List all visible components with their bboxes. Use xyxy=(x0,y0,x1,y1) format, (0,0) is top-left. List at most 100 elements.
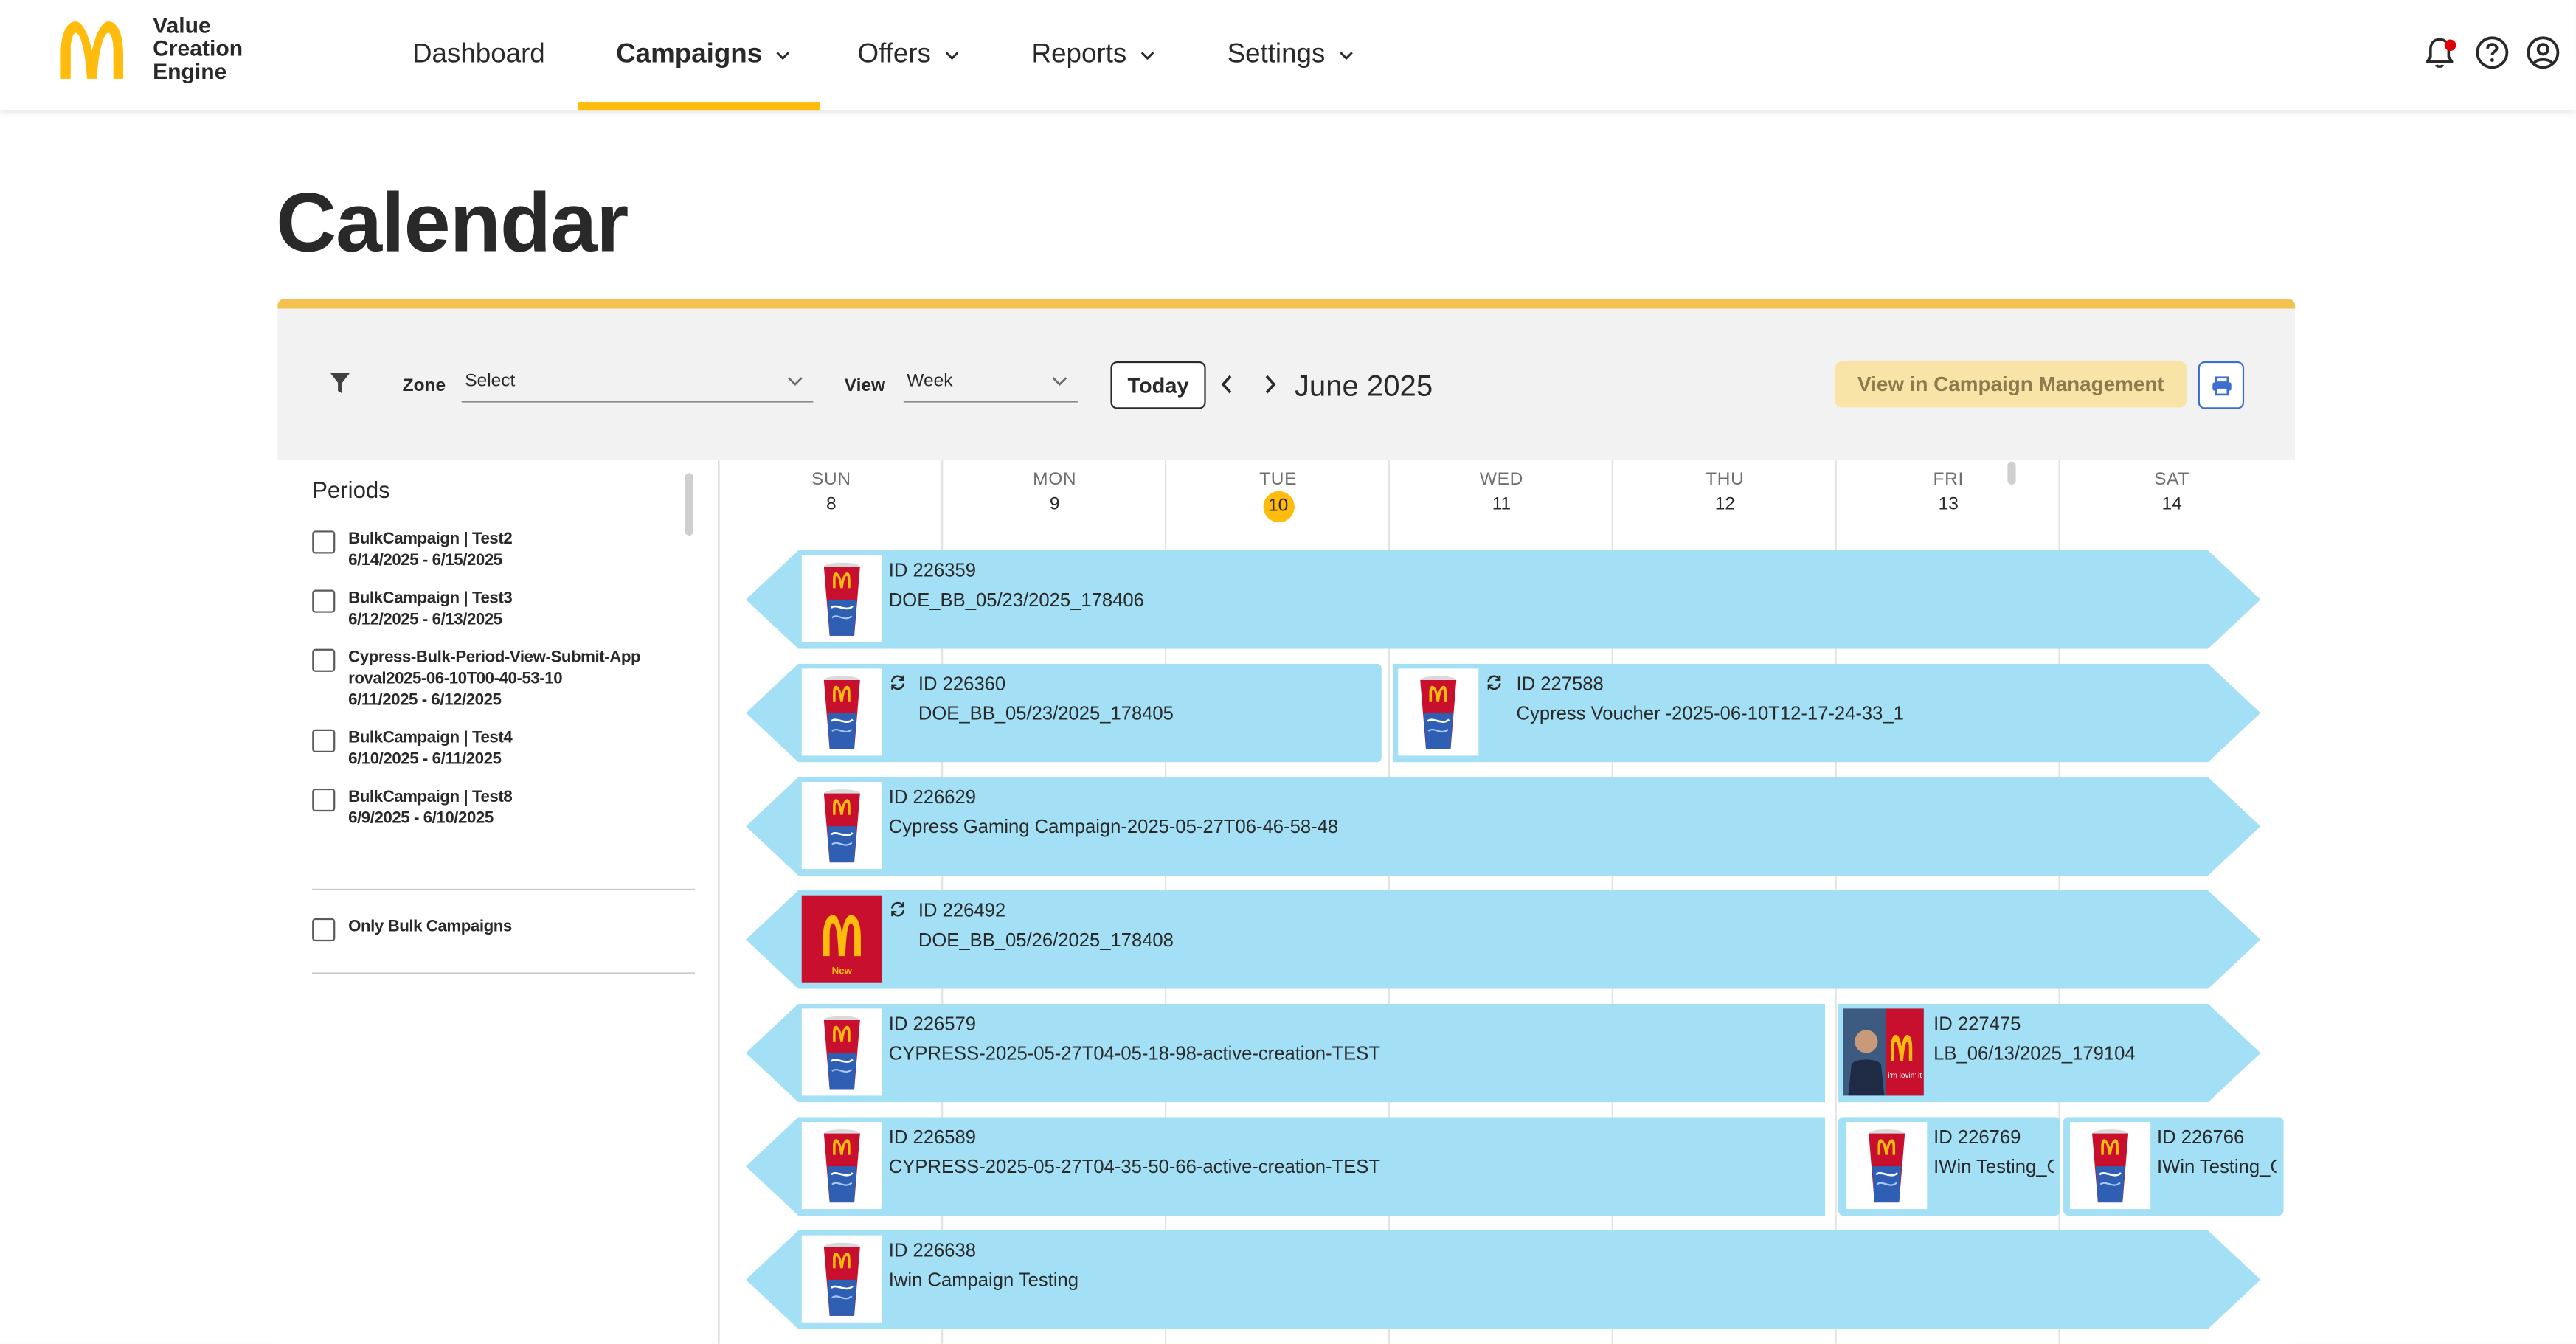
nav-offers[interactable]: Offers xyxy=(857,0,958,110)
chevron-down-icon xyxy=(1140,51,1154,59)
campaign-name: IWin Testing_C xyxy=(2157,1158,2277,1178)
zone-select[interactable]: Select xyxy=(461,361,814,403)
calendar-toolbar: Zone Select View Week Today June 2025 Vi… xyxy=(277,308,2296,460)
periods-scrollbar[interactable] xyxy=(685,473,693,536)
day-number: 12 xyxy=(1714,494,1735,515)
campaign-bar[interactable]: ID 226629 Cypress Gaming Campaign-2025-0… xyxy=(746,777,2260,876)
person-photo-icon: i'm lovin' it xyxy=(1843,1008,1924,1095)
period-list: BulkCampaign | Test2 6/14/2025 - 6/15/20… xyxy=(312,529,682,833)
filter-icon[interactable] xyxy=(328,371,351,395)
card-accent-bar xyxy=(277,299,2296,309)
divider xyxy=(312,888,696,891)
app-screen: Value Creation Engine Dashboard Campaign… xyxy=(0,0,2576,1344)
campaign-id: ID 227475 xyxy=(1933,1015,2021,1036)
print-button[interactable] xyxy=(2198,361,2245,409)
period-item[interactable]: BulkCampaign | Test8 6/9/2025 - 6/10/202… xyxy=(312,787,682,830)
only-bulk-checkbox[interactable] xyxy=(312,918,336,942)
campaign-bar[interactable]: ID 226769 IWin Testing_C xyxy=(1838,1117,2060,1216)
drink-cup-icon xyxy=(823,676,860,749)
period-name: Cypress-Bulk-Period-View-Submit-Approval… xyxy=(348,648,641,689)
day-name: WED xyxy=(1479,469,1524,490)
notification-badge xyxy=(2444,39,2456,52)
recurring-icon xyxy=(1485,673,1503,691)
photo-thumbnail: i'm lovin' it xyxy=(1843,1008,1924,1095)
only-bulk-campaigns-toggle[interactable]: Only Bulk Campaigns xyxy=(312,917,512,942)
golden-arches-logo-icon[interactable] xyxy=(56,18,128,80)
period-item[interactable]: BulkCampaign | Test3 6/12/2025 - 6/13/20… xyxy=(312,588,682,631)
campaign-bar[interactable]: ID 226360 DOE_BB_05/23/2025_178405 xyxy=(746,663,1382,763)
day-number: 11 xyxy=(1492,494,1512,515)
period-checkbox[interactable] xyxy=(312,788,336,812)
help-icon[interactable] xyxy=(2474,35,2510,71)
cup-thumbnail xyxy=(802,1236,882,1323)
nav-dashboard-label: Dashboard xyxy=(412,39,545,69)
campaign-id: ID 226638 xyxy=(888,1241,977,1262)
period-item[interactable]: Cypress-Bulk-Period-View-Submit-Approval… xyxy=(312,647,682,711)
drink-cup-icon xyxy=(802,782,882,869)
golden-arches-icon: New xyxy=(802,896,882,983)
zone-select-value: Select xyxy=(465,371,516,392)
campaign-bar[interactable]: ID 227588 Cypress Voucher -2025-06-10T12… xyxy=(1393,664,2260,763)
periods-title: Periods xyxy=(312,476,390,503)
period-checkbox[interactable] xyxy=(312,530,336,554)
campaign-name: Iwin Campaign Testing xyxy=(888,1271,1079,1292)
view-label: View xyxy=(844,375,886,396)
account-icon[interactable] xyxy=(2525,35,2561,71)
nav-reports-label: Reports xyxy=(1031,39,1127,69)
campaign-bar[interactable]: i'm lovin' it ID 227475 LB_06/13/2025_17… xyxy=(1838,1004,2260,1103)
cup-thumbnail xyxy=(801,1008,882,1096)
nav-settings[interactable]: Settings xyxy=(1228,0,1354,110)
campaign-name: LB_06/13/2025_179104 xyxy=(1933,1045,2136,1065)
nav-campaigns[interactable]: Campaigns xyxy=(616,0,790,110)
drink-cup-icon xyxy=(2092,1129,2129,1203)
period-checkbox[interactable] xyxy=(312,648,336,672)
drink-cup-icon xyxy=(1398,668,1478,755)
day-name: FRI xyxy=(1933,469,1964,490)
period-item[interactable]: BulkCampaign | Test4 6/10/2025 - 6/11/20… xyxy=(312,728,682,771)
brand-line-1: Value xyxy=(153,13,211,38)
period-name: BulkCampaign | Test2 xyxy=(348,530,513,549)
arches-new-thumbnail: New xyxy=(802,896,882,983)
drink-cup-icon xyxy=(1869,1129,1905,1203)
day-name: MON xyxy=(1033,469,1077,490)
campaign-bar[interactable]: ID 226766 IWin Testing_C xyxy=(2063,1117,2284,1216)
period-checkbox[interactable] xyxy=(312,589,336,613)
recurring-icon xyxy=(891,675,905,690)
nav-reports[interactable]: Reports xyxy=(1032,0,1155,110)
period-item[interactable]: BulkCampaign | Test2 6/14/2025 - 6/15/20… xyxy=(312,529,682,572)
day-name: TUE xyxy=(1259,469,1298,490)
campaign-bar[interactable]: ID 226638 Iwin Campaign Testing xyxy=(746,1230,2260,1329)
only-bulk-label: Only Bulk Campaigns xyxy=(348,918,512,937)
campaign-bar[interactable]: ID 226359 DOE_BB_05/23/2025_178406 xyxy=(746,550,2260,649)
calendar-scrollbar[interactable] xyxy=(2007,461,2016,485)
campaign-name: DOE_BB_05/23/2025_178406 xyxy=(888,591,1144,612)
period-dates: 6/10/2025 - 6/11/2025 xyxy=(348,750,502,769)
period-dates: 6/14/2025 - 6/15/2025 xyxy=(348,552,502,570)
view-select-value: Week xyxy=(907,371,953,392)
view-select[interactable]: Week xyxy=(903,361,1078,403)
chevron-down-icon xyxy=(776,51,789,59)
day-number: 8 xyxy=(826,494,837,515)
campaign-name: CYPRESS-2025-05-27T04-35-50-66-active-cr… xyxy=(888,1158,1380,1178)
campaign-id: ID 227588 xyxy=(1516,675,1604,696)
today-button[interactable]: Today xyxy=(1110,361,1206,409)
drink-cup-icon xyxy=(823,1016,860,1090)
page-title: Calendar xyxy=(276,176,629,270)
thumbnail-caption: i'm lovin' it xyxy=(1888,1072,1922,1080)
period-name: BulkCampaign | Test8 xyxy=(348,788,513,807)
period-dates: 6/11/2025 - 6/12/2025 xyxy=(348,691,502,710)
period-name: BulkCampaign | Test4 xyxy=(348,729,513,748)
cup-thumbnail xyxy=(802,782,882,869)
nav-dashboard[interactable]: Dashboard xyxy=(412,0,545,110)
campaign-bar[interactable]: New ID 226492 DOE_BB_05/26/2025_178408 xyxy=(746,890,2260,989)
period-checkbox[interactable] xyxy=(312,729,336,752)
campaign-bar[interactable]: ID 226589 CYPRESS-2025-05-27T04-35-50-66… xyxy=(746,1117,1826,1216)
previous-week-icon[interactable] xyxy=(1219,373,1235,396)
nav-settings-label: Settings xyxy=(1227,39,1326,69)
campaign-bar[interactable]: ID 226579 CYPRESS-2025-05-27T04-05-18-98… xyxy=(746,1003,1826,1103)
recurring-icon xyxy=(889,900,907,918)
day-name: SAT xyxy=(2154,469,2189,490)
view-in-campaign-management-button[interactable]: View in Campaign Management xyxy=(1835,361,2187,408)
next-week-icon[interactable] xyxy=(1261,373,1278,396)
chevron-down-icon xyxy=(1052,377,1067,387)
